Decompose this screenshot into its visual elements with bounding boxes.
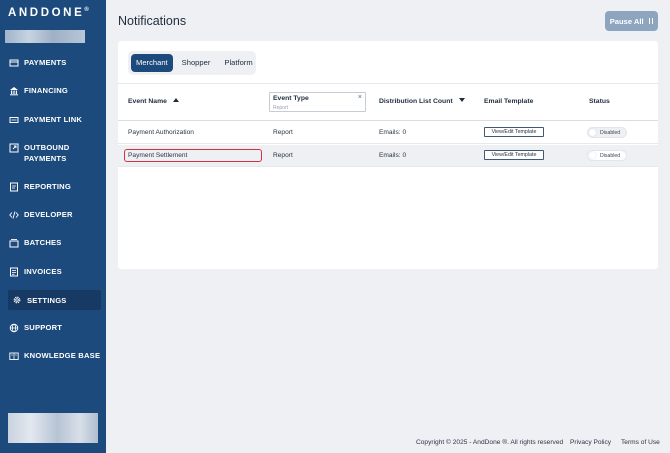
view-edit-template-button[interactable]: View/Edit Template xyxy=(484,127,544,137)
sidebar-item-financing[interactable]: FINANCING xyxy=(8,85,101,96)
sidebar-item-developer[interactable]: DEVELOPER xyxy=(8,209,101,220)
gear-icon xyxy=(11,295,22,306)
toggle-knob xyxy=(589,152,596,159)
sort-ascending-icon[interactable] xyxy=(172,98,179,102)
event-name-cell: Payment Settlement xyxy=(128,152,188,159)
event-type-cell: Report xyxy=(273,129,293,136)
brand-logo[interactable]: ANDDONE® xyxy=(8,7,89,19)
event-type-filter[interactable]: Event Type Report × xyxy=(269,92,366,112)
sidebar-item-support[interactable]: SUPPORT xyxy=(8,322,101,333)
footer-copyright: Copyright © 2025 - AndDone ®. All rights… xyxy=(416,439,564,446)
sidebar-item-outbound-payments[interactable]: OUTBOUND PAYMENTS xyxy=(8,142,101,164)
payments-icon xyxy=(8,57,19,68)
status-label: Disabled xyxy=(600,153,621,159)
event-type-cell: Report xyxy=(273,152,293,159)
clear-filter-icon[interactable]: × xyxy=(358,94,362,101)
view-edit-template-button[interactable]: View/Edit Template xyxy=(484,150,544,160)
bank-icon xyxy=(8,85,19,96)
sidebar-item-invoices[interactable]: INVOICES xyxy=(8,266,101,277)
account-name-redacted xyxy=(5,30,85,43)
book-icon xyxy=(8,350,19,361)
terms-of-use-link[interactable]: Terms of Use xyxy=(621,439,660,446)
sidebar-item-payment-link[interactable]: PAYMENT LINK xyxy=(8,114,101,125)
distribution-count-cell: Emails: 0 xyxy=(379,129,407,136)
status-toggle[interactable]: Disabled xyxy=(587,150,627,161)
sidebar-item-label-line2: PAYMENTS xyxy=(24,154,67,163)
table-row: Payment Settlement Report Emails: 0 View… xyxy=(118,145,658,167)
audience-tabs: Merchant Shopper Platform xyxy=(128,51,256,75)
sidebar: ANDDONE® PAYMENTS FINANCING PAYMENT LINK… xyxy=(0,0,106,453)
page-title: Notifications xyxy=(118,14,187,28)
event-type-filter-label: Event Type xyxy=(273,95,309,102)
tab-merchant[interactable]: Merchant xyxy=(131,54,173,72)
batches-icon xyxy=(8,237,19,248)
column-status: Status xyxy=(589,98,610,105)
toggle-knob xyxy=(589,129,596,136)
pause-all-button[interactable]: Pause All xyxy=(605,11,658,31)
sort-descending-icon[interactable] xyxy=(458,98,465,102)
outbound-payments-icon xyxy=(8,142,19,153)
code-icon xyxy=(8,209,19,220)
globe-icon xyxy=(8,322,19,333)
user-profile-redacted[interactable] xyxy=(8,413,98,443)
privacy-policy-link[interactable]: Privacy Policy xyxy=(570,439,611,446)
reporting-icon xyxy=(8,181,19,192)
pause-all-label: Pause All xyxy=(609,16,644,26)
tab-platform[interactable]: Platform xyxy=(219,54,257,72)
sidebar-item-payments[interactable]: PAYMENTS xyxy=(8,57,101,68)
distribution-count-cell: Emails: 0 xyxy=(379,152,407,159)
sidebar-item-batches[interactable]: BATCHES xyxy=(8,237,101,248)
table-row: Payment Authorization Report Emails: 0 V… xyxy=(118,122,658,144)
column-event-name[interactable]: Event Name xyxy=(128,98,179,105)
event-type-filter-value: Report xyxy=(273,105,289,111)
sidebar-item-reporting[interactable]: REPORTING xyxy=(8,181,101,192)
status-label: Disabled xyxy=(600,130,621,136)
invoices-icon xyxy=(8,266,19,277)
notifications-card: Merchant Shopper Platform Event Name Eve… xyxy=(118,41,658,269)
column-distribution-list-count[interactable]: Distribution List Count xyxy=(379,98,465,105)
status-toggle[interactable]: Disabled xyxy=(587,127,627,138)
sidebar-item-label: OUTBOUND xyxy=(24,143,70,152)
sidebar-item-knowledge-base[interactable]: KNOWLEDGE BASE xyxy=(8,350,101,361)
pause-icon xyxy=(648,18,654,24)
event-name-cell: Payment Authorization xyxy=(128,129,194,136)
tab-shopper[interactable]: Shopper xyxy=(177,54,216,72)
payment-link-icon xyxy=(8,114,19,125)
column-email-template: Email Template xyxy=(484,98,534,105)
sidebar-item-settings[interactable]: SETTINGS xyxy=(8,290,101,310)
